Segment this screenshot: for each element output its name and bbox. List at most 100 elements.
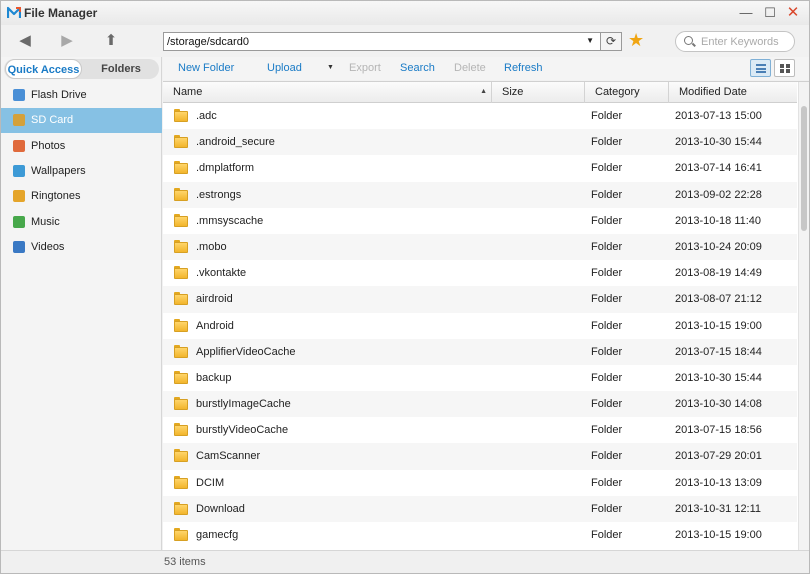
table-row[interactable]: .android_secure Folder 2013-10-30 15:44 [163, 129, 797, 156]
file-modified-date: 2013-10-30 15:44 [675, 371, 762, 384]
column-header-size[interactable]: Size [492, 82, 585, 103]
file-category: Folder [591, 188, 623, 201]
file-modified-date: 2013-09-02 22:28 [675, 188, 762, 201]
file-name: Android [196, 319, 234, 332]
file-category: Folder [591, 267, 623, 280]
sidebar-item-label: Photos [31, 139, 66, 152]
path-field[interactable]: /storage/sdcard0 [167, 36, 249, 48]
sidebar-item-ringtones[interactable]: Ringtones [1, 184, 162, 209]
file-name: .vkontakte [196, 267, 247, 280]
file-category: Folder [591, 476, 623, 489]
sidebar-item-wallpapers[interactable]: Wallpapers [1, 159, 162, 184]
sidebar-item-label: Music [31, 215, 60, 228]
sidebar-item-label: Flash Drive [31, 89, 87, 101]
chevron-down-icon[interactable]: ▼ [586, 36, 594, 45]
folder-icon [174, 397, 188, 411]
folder-icon [174, 266, 188, 280]
column-header-modified[interactable]: Modified Date [669, 82, 797, 103]
folder-icon [174, 239, 188, 253]
table-row[interactable]: CamScanner Folder 2013-07-29 20:01 [163, 443, 797, 470]
close-button[interactable]: ✕ [785, 5, 801, 21]
upload-button[interactable]: Upload [267, 62, 302, 74]
file-list: Name ▲ Size Category Modified Date .adc F… [163, 81, 809, 550]
scrollbar-thumb[interactable] [801, 106, 807, 231]
ringtones-icon [13, 190, 25, 203]
file-name: .android_secure [196, 136, 275, 149]
grid-view-button[interactable] [774, 59, 795, 77]
table-row[interactable]: .adc Folder 2013-07-13 15:00 [163, 103, 797, 129]
table-row[interactable]: gamecfg Folder 2013-10-15 19:00 [163, 522, 797, 548]
sidebar-item-label: Wallpapers [31, 164, 86, 177]
new-folder-button[interactable]: New Folder [178, 62, 234, 74]
sidebar-item-sd-card[interactable]: SD Card [1, 108, 162, 134]
table-row[interactable]: airdroid Folder 2013-08-07 21:12 [163, 286, 797, 313]
folder-icon [174, 135, 188, 149]
tab-folders[interactable]: Folders [84, 59, 158, 79]
tab-quick-access[interactable]: Quick Access [5, 59, 82, 79]
folder-icon [174, 501, 188, 515]
path-combobox[interactable]: /storage/sdcard0 ▼ [163, 32, 601, 51]
search-input[interactable] [701, 35, 791, 49]
table-row[interactable]: backup Folder 2013-10-30 15:44 [163, 365, 797, 391]
column-header-category[interactable]: Category [585, 82, 669, 103]
maximize-button[interactable]: ☐ [762, 5, 778, 21]
upload-menu-chevron-icon[interactable]: ▼ [327, 64, 334, 71]
back-arrow-icon[interactable]: ◀ [14, 31, 36, 51]
navigation-toolbar: ◀ ▶ ⬆ /storage/sdcard0 ▼ ⟳ ★ [1, 25, 809, 57]
forward-arrow-icon[interactable]: ▶ [56, 31, 78, 51]
folder-icon [174, 475, 188, 489]
sidebar-item-label: SD Card [31, 114, 74, 127]
vertical-scrollbar[interactable] [798, 82, 809, 550]
sidebar-item-label: Ringtones [31, 190, 81, 203]
file-modified-date: 2013-10-13 13:09 [675, 476, 762, 489]
file-modified-date: 2013-10-15 19:00 [675, 319, 762, 332]
table-row[interactable]: DCIM Folder 2013-10-13 13:09 [163, 470, 797, 496]
window-title: File Manager [24, 6, 98, 20]
export-button[interactable]: Export [349, 62, 381, 74]
delete-button[interactable]: Delete [454, 62, 486, 74]
column-header-name[interactable]: Name ▲ [163, 82, 492, 103]
videos-icon [13, 240, 25, 253]
table-row[interactable]: burstlyImageCache Folder 2013-10-30 14:08 [163, 391, 797, 418]
file-name: Download [196, 502, 245, 515]
file-name: DCIM [196, 476, 225, 489]
sidebar-item-photos[interactable]: Photos [1, 134, 162, 159]
table-row[interactable]: .mobo Folder 2013-10-24 20:09 [163, 233, 797, 261]
file-name: .adc [196, 110, 217, 122]
refresh-button[interactable]: Refresh [504, 62, 543, 74]
table-row[interactable]: burstlyVideoCache Folder 2013-07-15 18:56 [163, 417, 797, 443]
file-manager-window: File Manager — ☐ ✕ ◀ ▶ ⬆ /storage/sdcard… [0, 0, 810, 574]
sidebar-item-music[interactable]: Music [1, 210, 162, 235]
folder-icon [174, 292, 188, 306]
table-row[interactable]: .estrongs Folder 2013-09-02 22:28 [163, 181, 797, 208]
folder-icon [174, 161, 188, 175]
file-modified-date: 2013-10-15 19:00 [675, 529, 762, 541]
table-row[interactable]: Download Folder 2013-10-31 12:11 [163, 495, 797, 522]
file-category: Folder [591, 502, 623, 515]
table-row[interactable]: Android Folder 2013-10-15 19:00 [163, 313, 797, 339]
search-button[interactable]: Search [400, 62, 435, 74]
file-modified-date: 2013-10-30 14:08 [675, 398, 762, 411]
folder-icon [174, 423, 188, 437]
sidebar-item-flash-drive[interactable]: Flash Drive [1, 83, 162, 108]
file-category: Folder [591, 345, 623, 358]
star-icon[interactable]: ★ [628, 30, 644, 50]
file-name: .mmsyscache [196, 214, 264, 227]
folder-icon [174, 528, 188, 541]
refresh-path-icon[interactable]: ⟳ [601, 32, 622, 51]
search-box[interactable] [675, 31, 795, 52]
table-row[interactable]: .mmsyscache Folder 2013-10-18 11:40 [163, 208, 797, 234]
sidebar-item-videos[interactable]: Videos [1, 235, 162, 260]
table-row[interactable]: .dmplatform Folder 2013-07-14 16:41 [163, 155, 797, 181]
parent-folder-icon[interactable]: ⬆ [100, 31, 122, 51]
minimize-button[interactable]: — [738, 5, 754, 21]
file-name: ApplifierVideoCache [196, 345, 296, 358]
folder-icon [174, 213, 188, 227]
table-row[interactable]: ApplifierVideoCache Folder 2013-07-15 18:4… [163, 338, 797, 365]
file-category: Folder [591, 293, 623, 306]
folder-icon [174, 187, 188, 201]
table-row[interactable]: .vkontakte Folder 2013-08-19 14:49 [163, 260, 797, 286]
folder-icon [174, 109, 188, 122]
file-name: backup [196, 371, 232, 384]
list-view-button[interactable] [750, 59, 771, 77]
